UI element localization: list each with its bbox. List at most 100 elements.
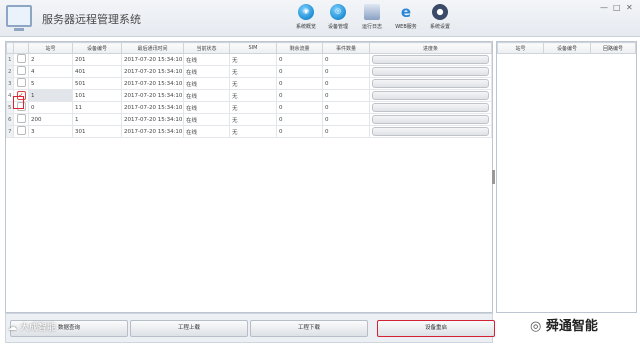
restore-button[interactable]: □ xyxy=(613,3,621,12)
header-time[interactable]: 最后通讯时间 xyxy=(121,42,184,54)
status-cell: 在线 xyxy=(183,101,230,114)
row-number-cell: 2 xyxy=(6,65,14,78)
station-cell: 5 xyxy=(28,77,73,90)
progress-cell xyxy=(369,101,492,114)
panel-splitter-handle[interactable] xyxy=(492,170,495,184)
progress-cell xyxy=(369,125,492,138)
device-icon: ◎ xyxy=(330,4,346,20)
progress-cell xyxy=(369,89,492,102)
header-device[interactable]: 设备编号 xyxy=(543,42,591,54)
traffic-cell: 0 xyxy=(276,89,323,102)
table-row[interactable]: 1 2 201 2017-07-20 15:34:10 在线无 0 0 xyxy=(6,53,492,66)
wechat-icon: ◎ xyxy=(530,319,542,334)
progress-cell xyxy=(369,113,492,126)
sim-cell: 无 xyxy=(229,113,277,126)
header-traffic[interactable]: 剩余流量 xyxy=(276,42,323,54)
table-row[interactable]: 4 ✓ 1 101 2017-07-20 15:34:10 在线无 0 0 xyxy=(6,89,492,102)
status-cell: 在线 xyxy=(183,125,230,138)
header-station[interactable]: 站号 xyxy=(28,42,73,54)
row-number-cell: 1 xyxy=(6,53,14,66)
station-cell: 0 xyxy=(28,101,73,114)
traffic-cell: 0 xyxy=(276,113,323,126)
status-cell: 在线 xyxy=(183,113,230,126)
sim-cell: 无 xyxy=(229,101,277,114)
status-cell: 在线 xyxy=(183,65,230,78)
status-cell: 在线 xyxy=(183,53,230,66)
table-row[interactable]: 3 5 501 2017-07-20 15:34:10 在线无 0 0 xyxy=(6,77,492,90)
progress-bar xyxy=(372,67,489,76)
checkbox-icon[interactable] xyxy=(16,66,26,75)
event-table: 站号 设备编号 回路编号 xyxy=(497,42,636,54)
table-header: 站号 设备编号 最后通讯时间 当前状态 SIM 剩余流量 事件数量 进度条 xyxy=(6,42,492,54)
project-download-button[interactable]: 工程下载 xyxy=(250,320,368,337)
header-station[interactable]: 站号 xyxy=(497,42,544,54)
table-row[interactable]: 6 200 1 2017-07-20 15:34:10 在线无 0 0 xyxy=(6,113,492,126)
checkbox-icon[interactable] xyxy=(16,54,26,63)
checkbox-icon[interactable] xyxy=(16,78,26,87)
traffic-cell: 0 xyxy=(276,65,323,78)
header-device[interactable]: 设备编号 xyxy=(72,42,122,54)
device-cell: 301 xyxy=(72,125,122,138)
progress-bar xyxy=(372,127,489,136)
watermark-right: ◎ 舜通智能 xyxy=(530,319,598,334)
table-row[interactable]: 5 0 11 2017-07-20 15:34:10 在线无 0 0 xyxy=(6,101,492,114)
header-progress[interactable]: 进度条 xyxy=(369,42,492,54)
row-number-cell: 6 xyxy=(6,113,14,126)
checkbox-cell[interactable] xyxy=(13,53,29,66)
traffic-cell: 0 xyxy=(276,53,323,66)
checkbox-cell[interactable] xyxy=(13,65,29,78)
action-bar: 数据查询 工程上载 工程下载 设备重启 xyxy=(5,313,495,343)
event-table-panel: 站号 设备编号 回路编号 xyxy=(496,41,637,313)
header-sim[interactable]: SIM xyxy=(229,42,277,54)
time-cell: 2017-07-20 15:34:10 xyxy=(121,101,184,114)
checkbox-cell[interactable] xyxy=(13,113,29,126)
row-number-cell: 7 xyxy=(6,125,14,138)
progress-bar xyxy=(372,115,489,124)
device-cell: 401 xyxy=(72,65,122,78)
checkbox-icon[interactable] xyxy=(16,114,26,123)
device-restart-button[interactable]: 设备重启 xyxy=(377,320,495,337)
watermark-logo-icon: ☁ xyxy=(8,323,17,333)
toolbar-settings-button[interactable]: 系统设置 xyxy=(420,4,460,30)
log-icon xyxy=(364,4,380,20)
sim-cell: 无 xyxy=(229,89,277,102)
watermark-left: ☁ 大成智能 xyxy=(8,323,56,333)
project-upload-button[interactable]: 工程上载 xyxy=(130,320,248,337)
table-row[interactable]: 7 3 301 2017-07-20 15:34:10 在线无 0 0 xyxy=(6,125,492,138)
events-cell: 0 xyxy=(322,89,370,102)
progress-bar xyxy=(372,79,489,88)
progress-bar xyxy=(372,91,489,100)
globe-icon: ◉ xyxy=(298,4,314,20)
device-cell: 101 xyxy=(72,89,122,102)
checkbox-cell[interactable] xyxy=(13,77,29,90)
events-cell: 0 xyxy=(322,65,370,78)
time-cell: 2017-07-20 15:34:10 xyxy=(121,77,184,90)
app-logo-icon xyxy=(6,5,32,31)
header-events[interactable]: 事件数量 xyxy=(322,42,370,54)
app-title: 服务器远程管理系统 xyxy=(42,13,141,26)
table-header: 站号 设备编号 回路编号 xyxy=(497,42,636,54)
device-table: 站号 设备编号 最后通讯时间 当前状态 SIM 剩余流量 事件数量 进度条 12… xyxy=(6,42,492,138)
header-loop[interactable]: 回路编号 xyxy=(590,42,636,54)
header-rownum xyxy=(6,42,14,54)
close-button[interactable]: ✕ xyxy=(626,3,633,12)
station-cell: 4 xyxy=(28,65,73,78)
time-cell: 2017-07-20 15:34:10 xyxy=(121,53,184,66)
checkbox-icon[interactable] xyxy=(16,126,26,135)
events-cell: 0 xyxy=(322,53,370,66)
sim-cell: 无 xyxy=(229,125,277,138)
table-row[interactable]: 2 4 401 2017-07-20 15:34:10 在线无 0 0 xyxy=(6,65,492,78)
sim-cell: 无 xyxy=(229,77,277,90)
header-status[interactable]: 当前状态 xyxy=(183,42,230,54)
progress-cell xyxy=(369,65,492,78)
minimize-button[interactable]: — xyxy=(600,3,608,12)
time-cell: 2017-07-20 15:34:10 xyxy=(121,65,184,78)
progress-bar xyxy=(372,55,489,64)
time-cell: 2017-07-20 15:34:10 xyxy=(121,113,184,126)
events-cell: 0 xyxy=(322,77,370,90)
selected-row-highlight xyxy=(13,96,24,109)
row-number-cell: 3 xyxy=(6,77,14,90)
checkbox-cell[interactable] xyxy=(13,125,29,138)
traffic-cell: 0 xyxy=(276,101,323,114)
station-cell: 3 xyxy=(28,125,73,138)
